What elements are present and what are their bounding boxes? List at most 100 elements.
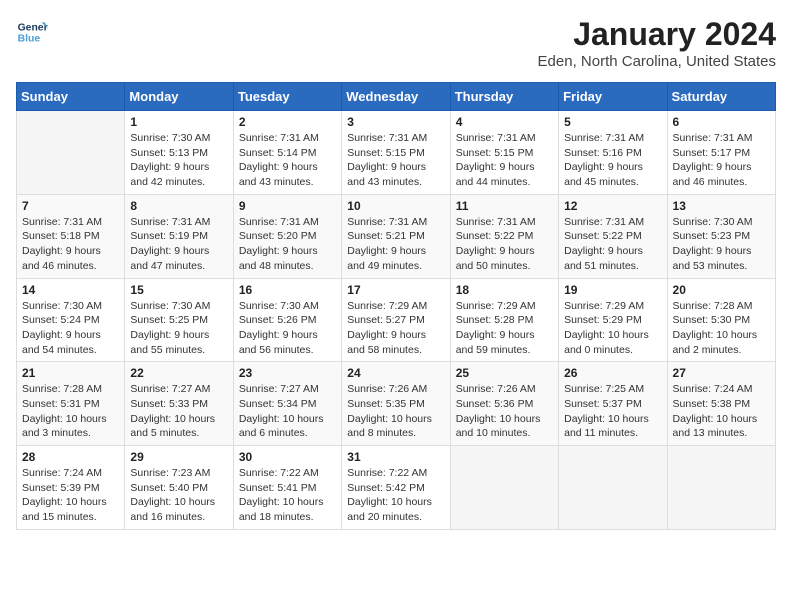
weekday-header-monday: Monday bbox=[125, 83, 233, 111]
calendar-week-1: 1 Sunrise: 7:30 AMSunset: 5:13 PMDaylight… bbox=[17, 111, 776, 195]
day-info: Sunrise: 7:28 AMSunset: 5:31 PMDaylight:… bbox=[22, 382, 119, 441]
day-info: Sunrise: 7:25 AMSunset: 5:37 PMDaylight:… bbox=[564, 382, 661, 441]
calendar-cell: 8 Sunrise: 7:31 AMSunset: 5:19 PMDaylight… bbox=[125, 194, 233, 278]
day-info: Sunrise: 7:30 AMSunset: 5:25 PMDaylight:… bbox=[130, 299, 227, 358]
calendar-cell: 17Sunrise: 7:29 AMSunset: 5:27 PMDayligh… bbox=[342, 278, 450, 362]
weekday-header-friday: Friday bbox=[559, 83, 667, 111]
calendar-cell: 23Sunrise: 7:27 AMSunset: 5:34 PMDayligh… bbox=[233, 362, 341, 446]
day-number: 5 bbox=[564, 115, 661, 129]
day-number: 23 bbox=[239, 366, 336, 380]
day-number: 31 bbox=[347, 450, 444, 464]
day-number: 21 bbox=[22, 366, 119, 380]
calendar-cell: 30 Sunrise: 7:22 AMSunset: 5:41 PMDayligh… bbox=[233, 446, 341, 530]
day-info: Sunrise: 7:30 AMSunset: 5:24 PMDaylight:… bbox=[22, 299, 119, 358]
calendar-cell: 4 Sunrise: 7:31 AMSunset: 5:15 PMDaylight… bbox=[450, 111, 558, 195]
calendar-cell: 18 Sunrise: 7:29 AMSunset: 5:28 PMDayligh… bbox=[450, 278, 558, 362]
calendar-cell: 13Sunrise: 7:30 AMSunset: 5:23 PMDayligh… bbox=[667, 194, 775, 278]
calendar-cell: 31Sunrise: 7:22 AMSunset: 5:42 PMDayligh… bbox=[342, 446, 450, 530]
day-info: Sunrise: 7:31 AMSunset: 5:19 PMDaylight:… bbox=[130, 215, 227, 274]
weekday-header-wednesday: Wednesday bbox=[342, 83, 450, 111]
calendar-cell: 22Sunrise: 7:27 AMSunset: 5:33 PMDayligh… bbox=[125, 362, 233, 446]
day-info: Sunrise: 7:29 AMSunset: 5:27 PMDaylight:… bbox=[347, 299, 444, 358]
page-header: General Blue January 2024 Eden, North Ca… bbox=[16, 16, 776, 70]
day-number: 1 bbox=[130, 115, 227, 129]
day-info: Sunrise: 7:31 AMSunset: 5:14 PMDaylight:… bbox=[239, 131, 336, 190]
day-info: Sunrise: 7:30 AMSunset: 5:13 PMDaylight:… bbox=[130, 131, 227, 190]
calendar-cell: 29 Sunrise: 7:23 AMSunset: 5:40 PMDayligh… bbox=[125, 446, 233, 530]
day-info: Sunrise: 7:31 AMSunset: 5:20 PMDaylight:… bbox=[239, 215, 336, 274]
day-number: 19 bbox=[564, 283, 661, 297]
logo: General Blue bbox=[16, 16, 48, 48]
calendar-cell: 15 Sunrise: 7:30 AMSunset: 5:25 PMDayligh… bbox=[125, 278, 233, 362]
day-number: 24 bbox=[347, 366, 444, 380]
day-number: 27 bbox=[673, 366, 770, 380]
day-info: Sunrise: 7:31 AMSunset: 5:22 PMDaylight:… bbox=[456, 215, 553, 274]
day-info: Sunrise: 7:30 AMSunset: 5:26 PMDaylight:… bbox=[239, 299, 336, 358]
day-number: 4 bbox=[456, 115, 553, 129]
calendar-week-5: 28 Sunrise: 7:24 AMSunset: 5:39 PMDayligh… bbox=[17, 446, 776, 530]
day-number: 26 bbox=[564, 366, 661, 380]
calendar-table: SundayMondayTuesdayWednesdayThursdayFrid… bbox=[16, 82, 776, 530]
calendar-cell bbox=[559, 446, 667, 530]
day-number: 7 bbox=[22, 199, 119, 213]
calendar-cell: 16 Sunrise: 7:30 AMSunset: 5:26 PMDayligh… bbox=[233, 278, 341, 362]
calendar-cell bbox=[17, 111, 125, 195]
weekday-header-tuesday: Tuesday bbox=[233, 83, 341, 111]
day-number: 10 bbox=[347, 199, 444, 213]
day-number: 13 bbox=[673, 199, 770, 213]
calendar-cell: 7 Sunrise: 7:31 AMSunset: 5:18 PMDaylight… bbox=[17, 194, 125, 278]
day-info: Sunrise: 7:22 AMSunset: 5:41 PMDaylight:… bbox=[239, 466, 336, 525]
calendar-cell: 28 Sunrise: 7:24 AMSunset: 5:39 PMDayligh… bbox=[17, 446, 125, 530]
day-info: Sunrise: 7:23 AMSunset: 5:40 PMDaylight:… bbox=[130, 466, 227, 525]
day-info: Sunrise: 7:24 AMSunset: 5:39 PMDaylight:… bbox=[22, 466, 119, 525]
day-info: Sunrise: 7:31 AMSunset: 5:15 PMDaylight:… bbox=[347, 131, 444, 190]
day-number: 12 bbox=[564, 199, 661, 213]
day-number: 29 bbox=[130, 450, 227, 464]
day-number: 16 bbox=[239, 283, 336, 297]
calendar-cell: 19Sunrise: 7:29 AMSunset: 5:29 PMDayligh… bbox=[559, 278, 667, 362]
calendar-cell: 11 Sunrise: 7:31 AMSunset: 5:22 PMDayligh… bbox=[450, 194, 558, 278]
day-info: Sunrise: 7:26 AMSunset: 5:35 PMDaylight:… bbox=[347, 382, 444, 441]
day-number: 14 bbox=[22, 283, 119, 297]
day-number: 15 bbox=[130, 283, 227, 297]
calendar-cell: 9 Sunrise: 7:31 AMSunset: 5:20 PMDaylight… bbox=[233, 194, 341, 278]
calendar-cell: 1 Sunrise: 7:30 AMSunset: 5:13 PMDaylight… bbox=[125, 111, 233, 195]
day-info: Sunrise: 7:26 AMSunset: 5:36 PMDaylight:… bbox=[456, 382, 553, 441]
day-number: 9 bbox=[239, 199, 336, 213]
calendar-week-3: 14 Sunrise: 7:30 AMSunset: 5:24 PMDayligh… bbox=[17, 278, 776, 362]
svg-text:Blue: Blue bbox=[18, 34, 41, 45]
calendar-cell: 26 Sunrise: 7:25 AMSunset: 5:37 PMDayligh… bbox=[559, 362, 667, 446]
day-info: Sunrise: 7:31 AMSunset: 5:18 PMDaylight:… bbox=[22, 215, 119, 274]
day-info: Sunrise: 7:31 AMSunset: 5:15 PMDaylight:… bbox=[456, 131, 553, 190]
day-number: 20 bbox=[673, 283, 770, 297]
day-number: 30 bbox=[239, 450, 336, 464]
day-info: Sunrise: 7:29 AMSunset: 5:28 PMDaylight:… bbox=[456, 299, 553, 358]
calendar-cell bbox=[667, 446, 775, 530]
calendar-cell: 14 Sunrise: 7:30 AMSunset: 5:24 PMDayligh… bbox=[17, 278, 125, 362]
day-number: 8 bbox=[130, 199, 227, 213]
day-number: 25 bbox=[456, 366, 553, 380]
main-title: January 2024 bbox=[538, 16, 776, 53]
day-info: Sunrise: 7:31 AMSunset: 5:22 PMDaylight:… bbox=[564, 215, 661, 274]
day-number: 11 bbox=[456, 199, 553, 213]
calendar-cell: 3 Sunrise: 7:31 AMSunset: 5:15 PMDaylight… bbox=[342, 111, 450, 195]
calendar-cell: 2Sunrise: 7:31 AMSunset: 5:14 PMDaylight… bbox=[233, 111, 341, 195]
calendar-week-2: 7 Sunrise: 7:31 AMSunset: 5:18 PMDaylight… bbox=[17, 194, 776, 278]
location-subtitle: Eden, North Carolina, United States bbox=[538, 53, 776, 70]
calendar-cell: 24 Sunrise: 7:26 AMSunset: 5:35 PMDayligh… bbox=[342, 362, 450, 446]
day-info: Sunrise: 7:24 AMSunset: 5:38 PMDaylight:… bbox=[673, 382, 770, 441]
calendar-week-4: 21 Sunrise: 7:28 AMSunset: 5:31 PMDayligh… bbox=[17, 362, 776, 446]
calendar-cell bbox=[450, 446, 558, 530]
calendar-cell: 21 Sunrise: 7:28 AMSunset: 5:31 PMDayligh… bbox=[17, 362, 125, 446]
day-number: 18 bbox=[456, 283, 553, 297]
day-info: Sunrise: 7:31 AMSunset: 5:21 PMDaylight:… bbox=[347, 215, 444, 274]
day-info: Sunrise: 7:31 AMSunset: 5:16 PMDaylight:… bbox=[564, 131, 661, 190]
day-info: Sunrise: 7:31 AMSunset: 5:17 PMDaylight:… bbox=[673, 131, 770, 190]
calendar-cell: 27 Sunrise: 7:24 AMSunset: 5:38 PMDayligh… bbox=[667, 362, 775, 446]
weekday-header-sunday: Sunday bbox=[17, 83, 125, 111]
weekday-header-thursday: Thursday bbox=[450, 83, 558, 111]
day-number: 28 bbox=[22, 450, 119, 464]
calendar-cell: 25 Sunrise: 7:26 AMSunset: 5:36 PMDayligh… bbox=[450, 362, 558, 446]
day-number: 3 bbox=[347, 115, 444, 129]
calendar-cell: 6Sunrise: 7:31 AMSunset: 5:17 PMDaylight… bbox=[667, 111, 775, 195]
